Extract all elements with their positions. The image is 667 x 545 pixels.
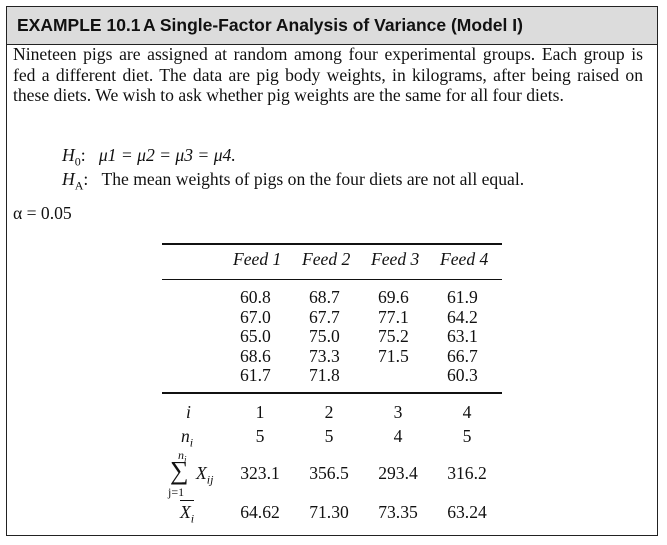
n-value: 5 xyxy=(255,426,265,446)
table-mid-rule xyxy=(162,392,502,394)
example-title: A Single-Factor Analysis of Variance (Mo… xyxy=(143,15,523,35)
table-cell: 61.7 xyxy=(240,365,271,386)
sum-value: 293.4 xyxy=(378,463,418,483)
table-cell: 65.0 xyxy=(240,326,271,347)
table-cell: 66.7 xyxy=(447,345,478,366)
table-cell: 64.2 xyxy=(447,306,478,327)
table-cell: 63.1 xyxy=(447,326,478,347)
row-label-mean: Xi xyxy=(180,500,195,526)
header-feed-1: Feed 1 xyxy=(233,249,282,269)
h0-text: μ1 = μ2 = μ3 = μ4. xyxy=(98,145,236,165)
table-cell: 75.2 xyxy=(378,326,409,347)
row-label-n: ni xyxy=(181,426,194,450)
header-feed-4: Feed 4 xyxy=(440,249,489,269)
i-value: 1 xyxy=(255,402,265,422)
mean-value: 71.30 xyxy=(309,502,349,522)
alpha-level: α = 0.05 xyxy=(13,203,72,223)
n-value: 4 xyxy=(393,426,403,446)
alt-hypothesis: HA: The mean weights of pigs on the four… xyxy=(62,169,525,193)
i-value: 3 xyxy=(393,402,403,422)
row-label-i: i xyxy=(186,402,191,422)
table-cell: 71.5 xyxy=(378,345,409,366)
table-cell: 60.8 xyxy=(240,287,271,307)
table-cell: 71.8 xyxy=(309,365,340,386)
intro-paragraph: Nineteen pigs are assigned at random amo… xyxy=(13,44,643,105)
table-header-rule xyxy=(162,279,502,280)
null-hypothesis: H0: μ1 = μ2 = μ3 = μ4. xyxy=(62,145,236,169)
ha-sub: A xyxy=(74,178,84,193)
example-header: EXAMPLE 10.1 A Single-Factor Analysis of… xyxy=(7,7,657,45)
sum-value: 323.1 xyxy=(240,463,280,483)
table-cell: 73.3 xyxy=(309,345,340,366)
mean-value: 73.35 xyxy=(378,502,418,522)
table-top-rule xyxy=(162,243,502,245)
h0-label: H xyxy=(62,145,75,165)
mean-value: 63.24 xyxy=(447,502,487,522)
table-cell: 68.7 xyxy=(309,287,340,307)
table-cell: 60.3 xyxy=(447,365,478,386)
ha-label: H xyxy=(62,169,75,189)
table-cell: 67.7 xyxy=(309,306,340,327)
table-cell: 77.1 xyxy=(378,306,409,327)
table-cell: 67.0 xyxy=(240,306,271,327)
sum-value: 316.2 xyxy=(447,463,487,483)
header-feed-3: Feed 3 xyxy=(371,249,420,269)
feed-4-values: 61.9 64.2 63.1 66.7 60.3 xyxy=(447,287,478,386)
feed-1-values: 60.8 67.0 65.0 68.6 61.7 xyxy=(240,287,271,386)
table-cell: 75.0 xyxy=(309,326,340,347)
table-cell: 61.9 xyxy=(447,287,478,307)
mean-value: 64.62 xyxy=(240,502,280,522)
example-number: EXAMPLE 10.1 xyxy=(17,15,141,35)
n-value: 5 xyxy=(462,426,472,446)
sigma-symbol: ∑ xyxy=(170,456,189,485)
header-feed-2: Feed 2 xyxy=(302,249,351,269)
i-value: 4 xyxy=(462,402,472,422)
h0-sub: 0 xyxy=(74,154,81,169)
ha-text: The mean weights of pigs on the four die… xyxy=(101,169,525,189)
i-value: 2 xyxy=(324,402,334,422)
table-cell: 68.6 xyxy=(240,345,271,366)
row-label-sum: ni ∑ Xij j=1 xyxy=(168,448,214,499)
feed-2-values: 68.7 67.7 75.0 73.3 71.8 xyxy=(309,287,340,386)
sum-value: 356.5 xyxy=(309,463,349,483)
n-value: 5 xyxy=(324,426,334,446)
feed-3-values: 69.6 77.1 75.2 71.5 xyxy=(378,287,409,366)
table-cell: 69.6 xyxy=(378,287,409,307)
